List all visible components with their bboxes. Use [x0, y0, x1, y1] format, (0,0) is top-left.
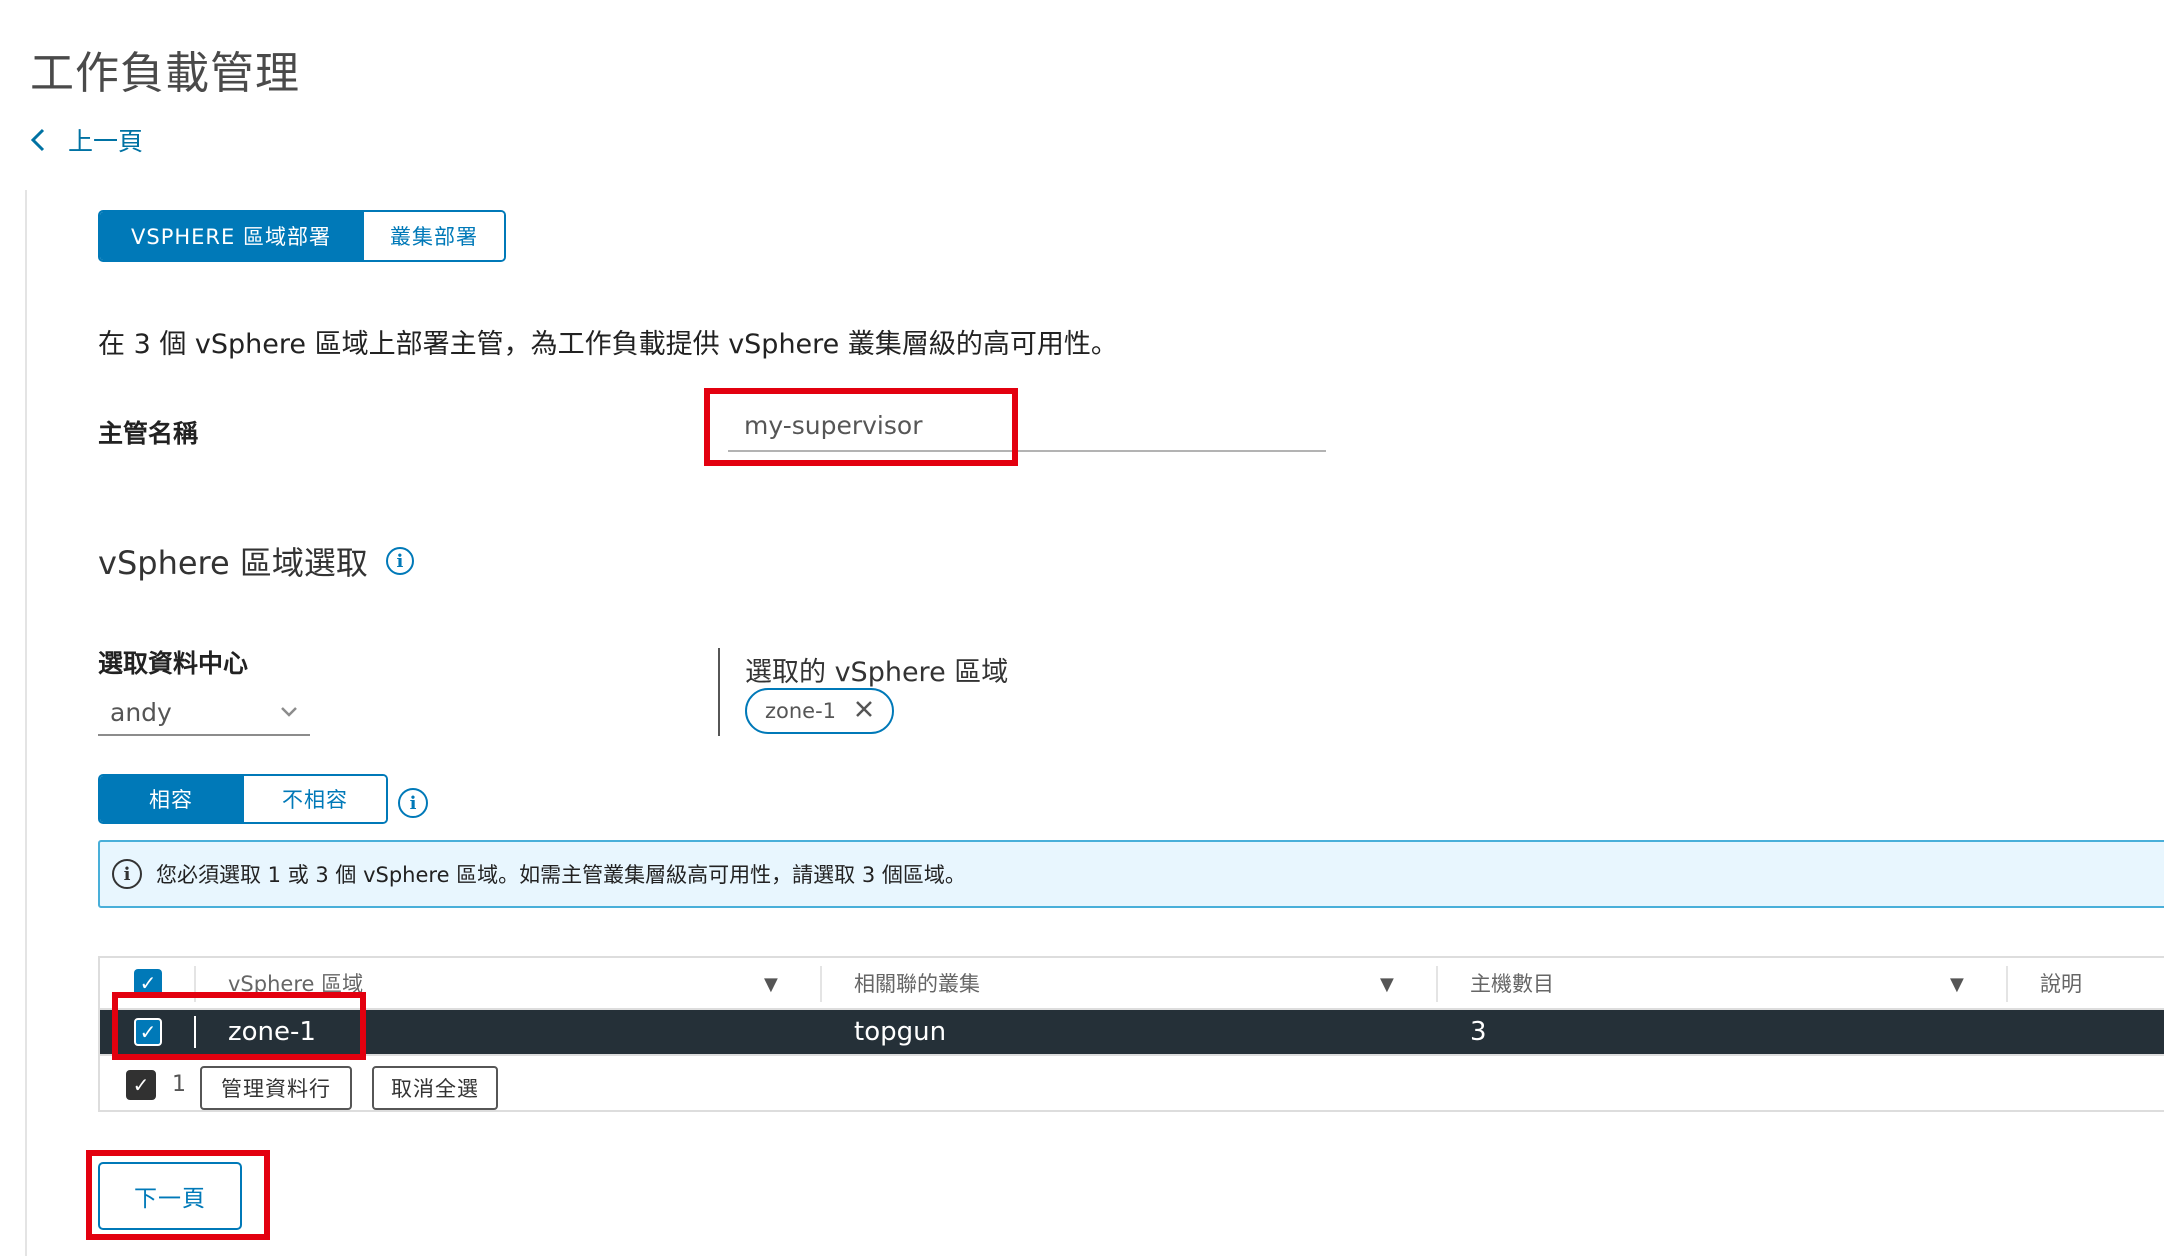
deploy-mode-toggle: VSPHERE 區域部署 叢集部署	[98, 210, 506, 262]
close-icon[interactable]	[854, 698, 874, 724]
chevron-down-icon	[280, 702, 298, 723]
selected-zone-chip: zone-1	[745, 688, 895, 734]
supervisor-name-field	[728, 400, 1326, 452]
supervisor-name-input[interactable]	[728, 400, 1326, 450]
compat-toggle: 相容 不相容	[98, 774, 388, 824]
column-separator	[820, 966, 822, 1002]
deselect-all-button[interactable]: 取消全選	[372, 1066, 498, 1110]
table-row[interactable]: ✓ zone-1 topgun 3	[100, 1010, 2164, 1054]
zone-selection-heading: vSphere 區域選取 i	[98, 538, 414, 584]
back-label: 上一頁	[68, 127, 144, 156]
datacenter-select[interactable]: andy	[98, 690, 310, 736]
datacenter-value: andy	[110, 697, 172, 727]
cell-hosts: 3	[1470, 1017, 1487, 1047]
zone-selection-title: vSphere 區域選取	[98, 544, 368, 582]
selected-count: 1	[172, 1072, 186, 1097]
cell-zone: zone-1	[228, 1017, 316, 1047]
deploy-mode-zone[interactable]: VSPHERE 區域部署	[100, 212, 362, 260]
selected-zones-label: 選取的 vSphere 區域	[745, 657, 1009, 688]
select-all-checkbox[interactable]: ✓	[134, 969, 162, 997]
column-header-hosts[interactable]: 主機數目	[1470, 958, 1554, 1008]
alert-text: 您必須選取 1 或 3 個 vSphere 區域。如需主管叢集層級高可用性，請選…	[156, 863, 966, 887]
column-header-cluster[interactable]: 相關聯的叢集	[854, 958, 980, 1008]
deploy-description: 在 3 個 vSphere 區域上部署主管，為工作負載提供 vSphere 叢集…	[98, 329, 1118, 360]
back-link[interactable]: 上一頁	[30, 122, 143, 158]
column-separator	[1436, 966, 1438, 1002]
checkbox-checked-icon: ✓	[126, 1070, 156, 1100]
row-checkbox[interactable]: ✓	[134, 1018, 162, 1046]
info-icon: i	[112, 859, 142, 889]
manage-columns-button[interactable]: 管理資料行	[200, 1066, 352, 1110]
cell-cluster: topgun	[854, 1017, 947, 1047]
selection-divider	[718, 648, 720, 736]
next-button[interactable]: 下一頁	[98, 1162, 242, 1230]
column-header-zone[interactable]: vSphere 區域	[228, 958, 363, 1008]
deploy-mode-cluster[interactable]: 叢集部署	[362, 212, 504, 260]
compat-option-compatible[interactable]: 相容	[100, 776, 242, 822]
compat-option-incompatible[interactable]: 不相容	[242, 776, 386, 822]
info-icon[interactable]: i	[398, 788, 428, 818]
filter-icon[interactable]: ▼	[764, 974, 778, 995]
select-all-cell: ✓	[134, 958, 162, 1008]
column-separator	[194, 1016, 196, 1048]
chevron-left-icon	[30, 128, 45, 152]
row-select-cell: ✓	[134, 1010, 162, 1054]
zone-datagrid: ✓ vSphere 區域 ▼ 相關聯的叢集 ▼ 主機數目 ▼ 說明 ✓ zone…	[98, 956, 2164, 1112]
column-separator	[194, 966, 196, 1002]
page-title: 工作負載管理	[30, 48, 300, 100]
chip-label: zone-1	[765, 699, 837, 723]
info-icon[interactable]: i	[385, 547, 414, 575]
content-divider	[25, 190, 27, 1256]
datagrid-footer: ✓ 1 管理資料行 取消全選	[100, 1054, 2164, 1112]
info-alert: i 您必須選取 1 或 3 個 vSphere 區域。如需主管叢集層級高可用性，…	[98, 840, 2164, 908]
datagrid-header: ✓ vSphere 區域 ▼ 相關聯的叢集 ▼ 主機數目 ▼ 說明	[100, 958, 2164, 1010]
column-separator	[2006, 966, 2008, 1002]
supervisor-name-label: 主管名稱	[98, 419, 199, 448]
column-header-description[interactable]: 說明	[2040, 958, 2082, 1008]
filter-icon[interactable]: ▼	[1950, 974, 1964, 995]
datacenter-label: 選取資料中心	[98, 649, 249, 678]
filter-icon[interactable]: ▼	[1380, 974, 1394, 995]
